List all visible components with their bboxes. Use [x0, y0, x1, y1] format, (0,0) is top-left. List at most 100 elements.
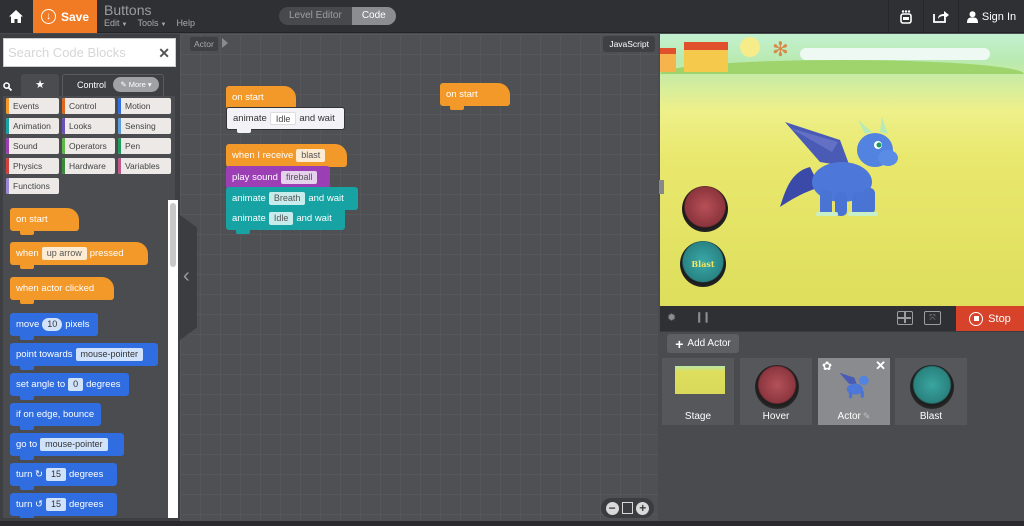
- stop-button[interactable]: Stop: [956, 306, 1024, 331]
- save-label: Save: [60, 9, 90, 24]
- tab-favorites[interactable]: ★: [21, 74, 59, 96]
- actor-card-hover[interactable]: Hover: [740, 358, 812, 425]
- palette-tabs: ★ Control ✎ More ▾: [0, 74, 180, 96]
- stage-resize-handle[interactable]: [659, 180, 664, 194]
- clear-search-icon[interactable]: ✕: [158, 45, 170, 62]
- block-text: on start: [16, 214, 48, 225]
- dragon-actor-sprite[interactable]: [780, 112, 905, 222]
- block-set-angle[interactable]: set angle to 0 degrees: [10, 373, 129, 400]
- actor-panel: + Add Actor Stage Hover ✿ ✕ Actor ✎ Blast: [660, 331, 1024, 521]
- number-input[interactable]: 10: [42, 318, 63, 331]
- home-button[interactable]: [0, 0, 32, 33]
- block-text: degrees: [86, 379, 121, 390]
- target-dropdown[interactable]: mouse-pointer: [75, 348, 144, 361]
- pause-icon[interactable]: ❙❙: [695, 312, 711, 323]
- actor-card-actor[interactable]: ✿ ✕ Actor ✎: [818, 358, 890, 425]
- gear-icon[interactable]: ✿: [822, 359, 832, 373]
- actor-card-stage[interactable]: Stage: [662, 358, 734, 425]
- target-dropdown[interactable]: mouse-pointer: [40, 438, 108, 451]
- category-physics[interactable]: Physics: [6, 158, 59, 174]
- script-on-start-empty[interactable]: on start: [440, 83, 510, 110]
- block-point-towards[interactable]: point towards mouse-pointer: [10, 343, 158, 370]
- block-when-key-pressed[interactable]: when up arrow pressed: [10, 242, 148, 269]
- animation-dropdown[interactable]: Idle: [269, 112, 297, 125]
- animation-dropdown[interactable]: Breath: [268, 192, 306, 205]
- pencil-icon[interactable]: ✎: [863, 411, 871, 421]
- actor-card-blast[interactable]: Blast: [895, 358, 967, 425]
- message-dropdown[interactable]: blast: [296, 149, 326, 162]
- chevron-right-icon[interactable]: [222, 38, 228, 48]
- category-pen[interactable]: Pen: [118, 138, 171, 154]
- menu-bar: Edit ▼ Tools ▼ Help: [104, 18, 195, 28]
- collapse-palette-handle[interactable]: ‹: [180, 215, 197, 340]
- block-turn-clockwise[interactable]: turn ↻ 15 degrees: [10, 463, 117, 490]
- block-turn-counterclockwise[interactable]: turn ↺ 15 degrees: [10, 493, 117, 518]
- javascript-toggle-button[interactable]: JavaScript: [603, 36, 655, 52]
- blast-button-text: Blast: [691, 259, 715, 269]
- category-sound[interactable]: Sound: [6, 138, 59, 154]
- add-actor-button[interactable]: + Add Actor: [667, 334, 739, 353]
- sign-in-button[interactable]: Sign In: [958, 0, 1024, 33]
- category-control[interactable]: Control: [62, 98, 115, 114]
- debug-bug-icon[interactable]: ✹: [667, 311, 676, 324]
- share-button[interactable]: [923, 0, 958, 33]
- fullscreen-icon[interactable]: ⤧: [924, 311, 941, 325]
- scrollbar-thumb[interactable]: [170, 203, 176, 267]
- robot-button[interactable]: [888, 0, 923, 33]
- save-button[interactable]: ↓ Save: [33, 0, 97, 33]
- code-workspace[interactable]: Actor JavaScript on start animate Idle and…: [180, 34, 658, 521]
- block-when-actor-clicked[interactable]: when actor clicked: [10, 277, 114, 304]
- tab-code[interactable]: Code: [351, 7, 396, 25]
- script-when-i-receive[interactable]: when I receive blast: [226, 144, 347, 171]
- category-hardware[interactable]: Hardware: [62, 158, 115, 174]
- category-sensing[interactable]: Sensing: [118, 118, 171, 134]
- more-dropdown[interactable]: ✎ More ▾: [113, 77, 159, 92]
- plus-icon: +: [675, 335, 684, 352]
- stop-label: Stop: [988, 312, 1011, 325]
- menu-help[interactable]: Help: [176, 18, 195, 28]
- background-house: [660, 48, 676, 72]
- block-text: when I receive: [232, 150, 294, 161]
- block-go-to[interactable]: go to mouse-pointer: [10, 433, 124, 460]
- block-if-on-edge-bounce[interactable]: if on edge, bounce: [10, 403, 101, 430]
- block-text: when actor clicked: [16, 283, 95, 294]
- blast-button-actor[interactable]: Blast: [680, 241, 726, 287]
- actor-breadcrumb[interactable]: Actor: [190, 37, 218, 51]
- zoom-out-icon[interactable]: −: [605, 501, 619, 515]
- category-looks[interactable]: Looks: [62, 118, 115, 134]
- number-input[interactable]: 0: [68, 378, 84, 391]
- block-animate-idle-selected[interactable]: animate Idle and wait: [226, 107, 345, 133]
- category-variables[interactable]: Variables: [118, 158, 171, 174]
- menu-tools[interactable]: Tools ▼: [137, 18, 166, 28]
- windmill-icon: ✻: [772, 39, 789, 61]
- category-events[interactable]: Events: [6, 98, 59, 114]
- block-text: on start: [446, 89, 478, 100]
- category-animation[interactable]: Animation: [6, 118, 59, 134]
- hover-button-actor[interactable]: [682, 186, 728, 232]
- key-dropdown[interactable]: up arrow: [41, 247, 87, 260]
- grid-icon[interactable]: [897, 311, 913, 325]
- menu-edit[interactable]: Edit ▼: [104, 18, 127, 28]
- number-input[interactable]: 15: [45, 468, 66, 481]
- script-on-start[interactable]: on start: [226, 86, 296, 113]
- category-operators[interactable]: Operators: [62, 138, 115, 154]
- zoom-in-icon[interactable]: +: [636, 501, 650, 515]
- reset-zoom-icon[interactable]: [621, 502, 633, 514]
- actor-label: Actor: [837, 411, 861, 422]
- block-move-pixels[interactable]: move 10 pixels: [10, 313, 98, 340]
- close-icon[interactable]: ✕: [875, 358, 886, 374]
- animation-dropdown[interactable]: Idle: [268, 212, 294, 225]
- category-motion[interactable]: Motion: [118, 98, 171, 114]
- project-title[interactable]: Buttons: [104, 2, 151, 18]
- number-input[interactable]: 15: [45, 498, 66, 511]
- search-icon[interactable]: [3, 82, 13, 94]
- palette-blocks: on start when up arrow pressed when actor …: [3, 200, 178, 518]
- block-play-sound[interactable]: play sound fireball: [226, 166, 330, 193]
- tab-level-editor[interactable]: Level Editor: [279, 7, 352, 25]
- block-animate-idle[interactable]: animate Idle and wait: [226, 207, 345, 234]
- block-on-start[interactable]: on start: [10, 208, 79, 235]
- palette-scrollbar[interactable]: [168, 200, 178, 518]
- sound-dropdown[interactable]: fireball: [280, 171, 318, 184]
- category-functions[interactable]: Functions: [6, 178, 59, 194]
- search-input[interactable]: [4, 39, 154, 66]
